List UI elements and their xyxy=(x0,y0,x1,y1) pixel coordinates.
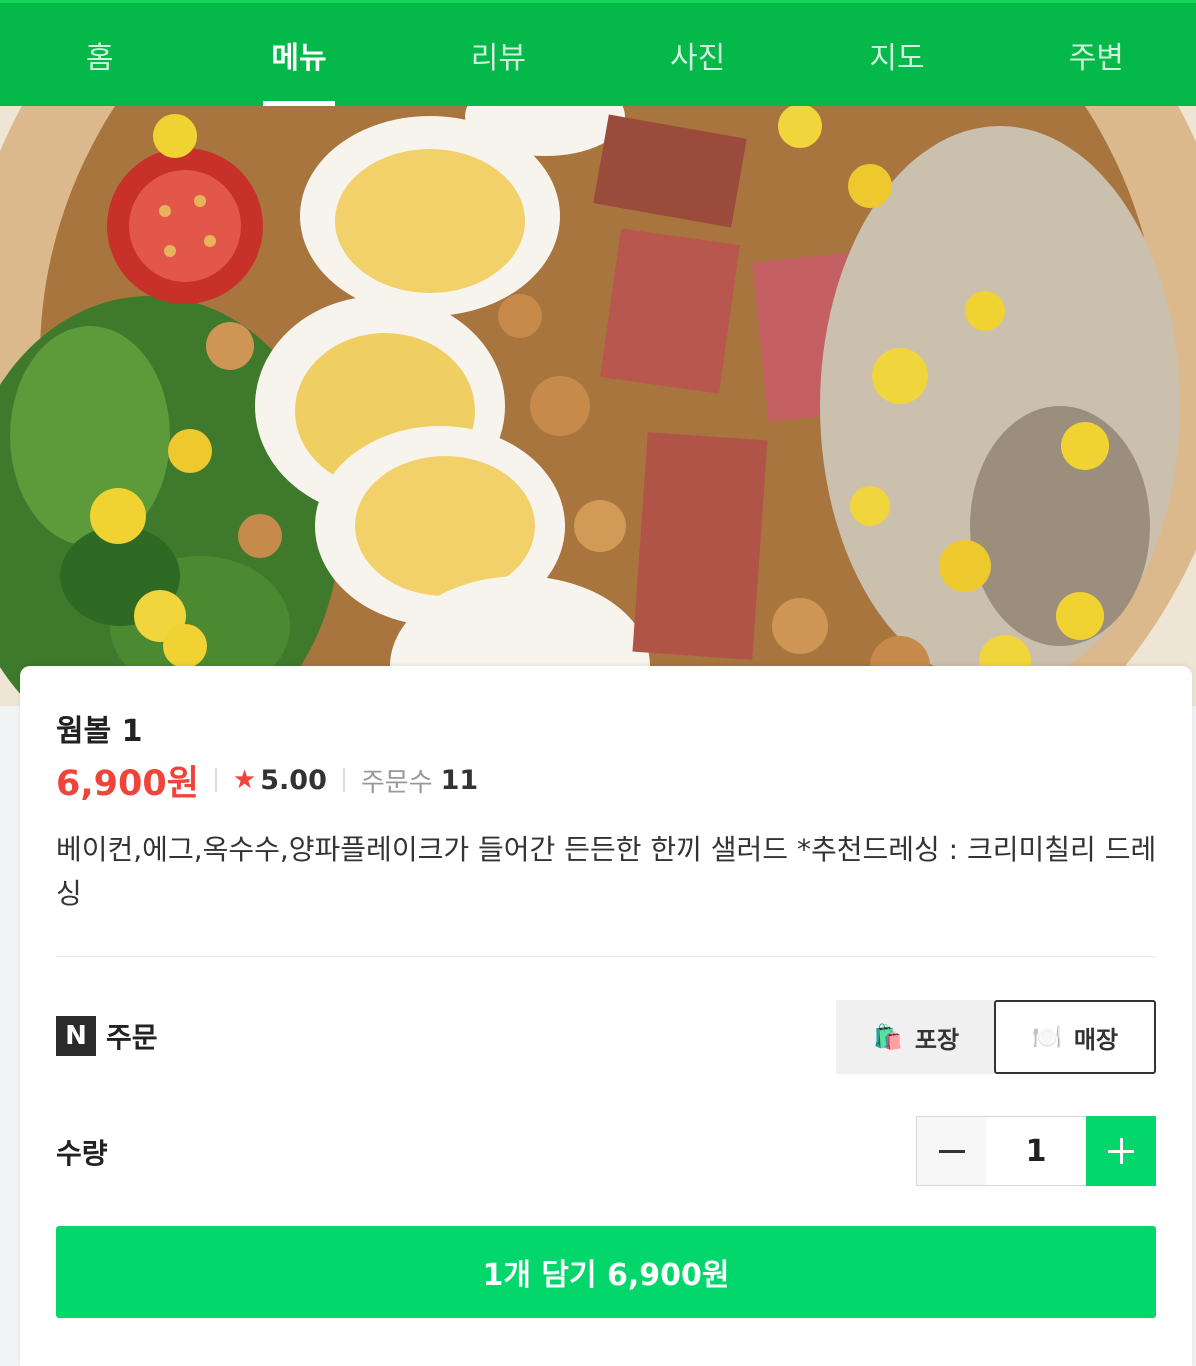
increase-quantity-button[interactable] xyxy=(1086,1116,1156,1186)
divider xyxy=(342,768,345,792)
star-icon: ★ xyxy=(232,765,257,795)
menu-description: 베이컨,에그,옥수수,양파플레이크가 들어간 든든한 한끼 샐러드 *추천드레싱… xyxy=(56,833,1157,910)
order-label: 주문 xyxy=(106,1021,158,1054)
naver-logo-icon: N xyxy=(56,1016,96,1056)
quantity-value[interactable]: 1 xyxy=(986,1116,1086,1186)
divider xyxy=(214,768,217,792)
tab-nearby[interactable]: 주변 xyxy=(997,3,1196,106)
shopping-bag-icon: 🛍️ xyxy=(872,1023,903,1051)
quantity-label: 수량 xyxy=(56,1137,108,1170)
takeout-option-label: 포장 xyxy=(914,1025,960,1054)
menu-price: 6,900원 xyxy=(56,763,199,804)
minus-icon xyxy=(938,1149,965,1153)
orders-label: 주문수 xyxy=(360,767,433,798)
section-divider xyxy=(56,956,1156,957)
tab-photo[interactable]: 사진 xyxy=(598,3,797,106)
dine-in-option-label: 매장 xyxy=(1073,1025,1119,1054)
orders-count: 11 xyxy=(440,764,479,796)
dine-in-option-button[interactable]: 🍽️ 매장 xyxy=(994,1000,1156,1074)
salad-bowl-image xyxy=(0,106,1196,706)
menu-name: 웜볼 1 xyxy=(56,714,143,749)
tab-menu[interactable]: 메뉴 xyxy=(199,3,398,106)
quantity-stepper: 1 xyxy=(916,1116,1156,1186)
tab-review[interactable]: 리뷰 xyxy=(399,3,598,106)
tab-map[interactable]: 지도 xyxy=(797,3,996,106)
decrease-quantity-button[interactable] xyxy=(916,1116,986,1186)
takeout-option-button[interactable]: 🛍️ 포장 xyxy=(836,1000,996,1074)
menu-photo xyxy=(0,106,1196,706)
price-row: 6,900원 ★ 5.00 주문수 11 xyxy=(56,758,479,804)
menu-detail-card: 웜볼 1 6,900원 ★ 5.00 주문수 11 베이컨,에그,옥수수,양파플… xyxy=(20,666,1192,1366)
add-to-cart-button[interactable]: 1개 담기 6,900원 xyxy=(56,1226,1156,1318)
dining-plate-icon: 🍽️ xyxy=(1031,1023,1062,1051)
tab-home[interactable]: 홈 xyxy=(0,3,199,106)
top-tab-bar: 홈 메뉴 리뷰 사진 지도 주변 xyxy=(0,0,1196,106)
rating-value: 5.00 xyxy=(260,764,327,796)
naver-order-header: N 주문 xyxy=(56,1016,158,1056)
